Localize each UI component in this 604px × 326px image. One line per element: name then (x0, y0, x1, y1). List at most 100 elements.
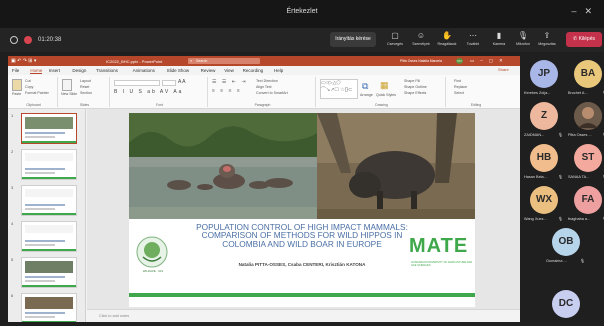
tab-review[interactable]: Review (201, 68, 216, 73)
select-button[interactable]: Select (454, 91, 464, 95)
tab-help[interactable]: Help (274, 68, 283, 73)
paste-label[interactable]: Paste (12, 92, 21, 96)
shape-outline-button[interactable]: Shape Outline (404, 85, 427, 89)
search-box[interactable]: ⌕ Search (188, 58, 260, 64)
toolbar-button-label: Reagálások (437, 42, 457, 46)
participant-avatar[interactable]: OB (552, 228, 580, 256)
notes-pane[interactable]: Click to add notes (87, 309, 520, 322)
toolbar-button-csevegés[interactable]: ▢ Csevegés (382, 28, 408, 52)
toolbar-button-további[interactable]: ⋯ További (460, 28, 486, 52)
more-icon: ⋯ (469, 31, 477, 40)
slide-number: 2 (11, 149, 14, 154)
tab-insert[interactable]: Insert (49, 68, 60, 73)
participant-avatar[interactable]: DC (552, 290, 580, 318)
arrange-label[interactable]: Arrange (360, 93, 373, 97)
tab-animations[interactable]: Animations (133, 68, 155, 73)
new-slide-label[interactable]: New Slide (61, 92, 77, 96)
tab-home[interactable]: Home (30, 68, 43, 74)
request-control-button[interactable]: Irányítás kérése (330, 32, 376, 47)
participant-avatar[interactable]: WX (530, 186, 558, 214)
tab-view[interactable]: View (224, 68, 234, 73)
reset-button[interactable]: Reset (80, 85, 89, 89)
font-family-select[interactable] (114, 80, 160, 86)
close-icon[interactable]: ✕ (584, 6, 600, 16)
account-avatar[interactable]: PO (456, 58, 463, 64)
shield-icon (10, 36, 18, 44)
list-icons[interactable]: ☰ ☰ ⇤ ⇥ (212, 79, 248, 85)
slide-canvas[interactable]: WILDLIFE · GIS POPULATION CONTROL OF HIG… (129, 113, 475, 307)
slide-thumbnail-3[interactable] (21, 185, 77, 216)
chat-icon: ▢ (391, 31, 399, 40)
font-size-select[interactable] (162, 80, 176, 86)
ppt-title-bar: ▣ ↶ ↷ ⊞ ▾ IC2022_BHC.pptx - PowerPoint ⌕… (8, 56, 520, 66)
leave-button[interactable]: ✆ Kilépés (566, 32, 602, 47)
ribbon-group-editing: Find Replace Select Editing (448, 77, 504, 107)
account-name: Pitta Osses Natalia Marcela (400, 59, 442, 63)
toolbar-button-megosztás[interactable]: ⇪ Megosztás (534, 28, 560, 52)
ribbon-group-paragraph: ☰ ☰ ⇤ ⇥ ≡ ≡ ≡ ≡ Text Direction Align Tex… (210, 77, 316, 107)
participant-avatar[interactable]: JP (530, 60, 558, 88)
slide-thumbnail-4[interactable] (21, 221, 77, 252)
quick-access-icons[interactable]: ▣ ↶ ↷ ⊞ ▾ (11, 58, 36, 64)
quick-styles-icon[interactable]: ▦ (380, 80, 389, 91)
find-button[interactable]: Find (454, 79, 461, 83)
new-slide-icon[interactable] (62, 79, 72, 91)
participant-avatar[interactable]: HB (530, 144, 558, 172)
arrange-icon[interactable]: ⧉ (362, 81, 368, 92)
section-button[interactable]: Section (80, 91, 92, 95)
slide-thumbnail-1[interactable] (21, 113, 77, 144)
slide-authors: Natalia PITTA-OSSES, Csaba CENTERI, Kris… (238, 262, 366, 267)
minimize-icon[interactable]: – (571, 6, 584, 16)
shape-fill-button[interactable]: Shape Fill (404, 79, 420, 83)
quick-styles-label[interactable]: Quick Styles (376, 93, 396, 97)
convert-smartart-button[interactable]: Convert to SmartArt (256, 91, 288, 95)
participant-name: ZAIDMAN... (524, 133, 545, 137)
replace-button[interactable]: Replace (454, 85, 467, 89)
text-direction-button[interactable]: Text Direction (256, 79, 278, 83)
toolbar-button-label: További (466, 42, 480, 46)
window-title: Értekezlet (286, 8, 318, 15)
cut-button[interactable]: Cut (25, 79, 31, 83)
reactions-icon: ✋ (442, 31, 452, 40)
paste-icon[interactable] (12, 79, 22, 91)
participant-avatar[interactable]: Z (530, 102, 558, 130)
tab-file[interactable]: File (12, 68, 19, 73)
toolbar-button-kamera[interactable]: ▮ Kamera (486, 28, 512, 52)
slide-editing-area: WILDLIFE · GIS POPULATION CONTROL OF HIG… (87, 109, 520, 322)
font-format-icons[interactable]: B I U S ab AV Aa (114, 89, 183, 95)
tab-recording[interactable]: Recording (243, 68, 264, 73)
shape-effects-button[interactable]: Shape Effects (404, 91, 426, 95)
ppt-window-controls[interactable]: ▭–▢✕ (470, 58, 509, 64)
meeting-toolbar: 01:20:38 Irányítás kérése ▢ Csevegés ☺ Szem… (0, 28, 604, 52)
muted-mic-icon: 🎙 (558, 175, 563, 179)
align-text-button[interactable]: Align Text (256, 85, 272, 89)
layout-button[interactable]: Layout (80, 79, 91, 83)
leave-label: Kilépés (578, 36, 595, 42)
toolbar-button-label: Személyek (412, 42, 430, 46)
tab-transitions[interactable]: Transitions (96, 68, 118, 73)
hippo-photo (129, 113, 317, 219)
format-painter-button[interactable]: Format Painter (25, 91, 49, 95)
toolbar-button-reagálások[interactable]: ✋ Reagálások (434, 28, 460, 52)
slide-number: 6 (11, 293, 14, 298)
toolbar-button-label: Kamera (492, 42, 506, 46)
tab-design[interactable]: Design (72, 68, 86, 73)
participant-avatar[interactable]: BA (574, 60, 602, 88)
shapes-gallery[interactable]: ▭○▷△⬠ ⌒↘↗☐ ☆{}⊂ (320, 79, 358, 99)
share-button[interactable]: Share (498, 67, 518, 74)
participant-avatar[interactable] (574, 102, 602, 130)
wild-boar-photo (317, 113, 475, 219)
slide-thumbnail-5[interactable] (21, 257, 77, 288)
align-icons[interactable]: ≡ ≡ ≡ ≡ (212, 88, 242, 94)
participant-avatar[interactable]: FA (574, 186, 602, 214)
slide-thumbnail-6[interactable] (21, 293, 77, 322)
tab-slide-show[interactable]: Slide Show (167, 68, 190, 73)
left-logo-caption: WILDLIFE · GIS (142, 269, 164, 273)
font-size-grow-icon[interactable]: A A (178, 79, 186, 85)
copy-button[interactable]: Copy (25, 85, 33, 89)
toolbar-button-mikrofon[interactable]: 🎙 Mikrofon (510, 28, 536, 52)
participant-avatar[interactable]: ST (574, 144, 602, 172)
slide-thumbnail-2[interactable] (21, 149, 77, 180)
toolbar-button-személyek[interactable]: ☺ Személyek (408, 28, 434, 52)
meeting-timer: 01:20:38 (38, 37, 62, 43)
